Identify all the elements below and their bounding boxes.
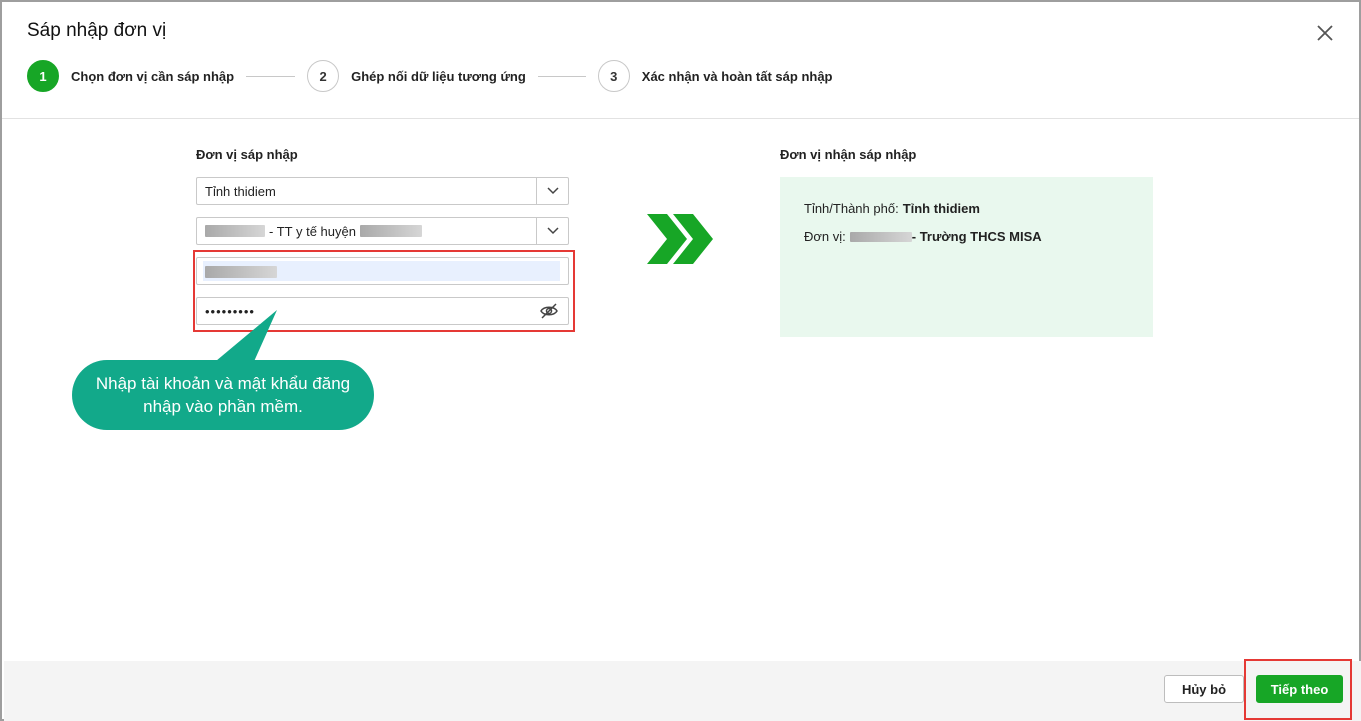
dialog-footer	[4, 661, 1361, 721]
next-highlight-box	[1244, 659, 1352, 720]
merge-unit-dialog: Sáp nhập đơn vị 1 Chọn đơn vị cần sáp nh…	[0, 0, 1361, 721]
callout-pointer	[210, 310, 277, 366]
unit-dropdown-button[interactable]	[536, 218, 568, 244]
dialog-title: Sáp nhập đơn vị	[27, 20, 167, 41]
cancel-button[interactable]: Hủy bỏ	[1164, 675, 1244, 703]
province-select[interactable]: Tỉnh thidiem	[196, 177, 569, 205]
step-1-label: Chọn đơn vị cần sáp nhập	[71, 68, 235, 84]
step-3-label: Xác nhận và hoàn tất sáp nhập	[641, 68, 833, 84]
redacted-unit-code	[849, 232, 912, 242]
close-icon[interactable]	[1314, 22, 1336, 44]
step-3-indicator: 3	[597, 60, 630, 92]
source-unit-label: Đơn vị sáp nhập	[196, 147, 298, 162]
target-unit-label: Đơn vị nhận sáp nhập	[780, 147, 917, 162]
chevron-down-icon	[546, 187, 559, 195]
target-province-value: Tỉnh thidiem	[902, 201, 980, 216]
stepper: 1 Chọn đơn vị cần sáp nhập 2 Ghép nối dữ…	[27, 60, 833, 92]
unit-select-text: - TT y tế huyện	[269, 223, 356, 239]
double-chevron-right-icon	[647, 214, 713, 264]
redacted-code	[205, 225, 265, 237]
target-unit-panel: Tỉnh/Thành phố: Tỉnh thidiem Đơn vị: - T…	[780, 177, 1153, 337]
target-unit-value: - Trường THCS MISA	[911, 229, 1042, 244]
step-1-indicator: 1	[27, 60, 59, 92]
chevron-down-icon	[546, 227, 559, 235]
redacted-district	[359, 225, 422, 237]
unit-select[interactable]: - TT y tế huyện	[196, 217, 569, 245]
step-2-indicator: 2	[307, 60, 340, 92]
province-select-value: Tỉnh thidiem	[205, 183, 276, 199]
instruction-callout: Nhập tài khoản và mật khẩu đăng nhập vào…	[72, 360, 374, 430]
step-connector	[246, 75, 296, 77]
target-unit-row: Đơn vị: - Trường THCS MISA	[804, 229, 1153, 257]
target-province-label: Tỉnh/Thành phố:	[804, 201, 899, 216]
step-connector	[537, 75, 586, 77]
province-dropdown-button[interactable]	[536, 178, 568, 204]
step-2-label: Ghép nối dữ liệu tương ứng	[351, 68, 526, 84]
target-province-row: Tỉnh/Thành phố: Tỉnh thidiem	[804, 201, 1153, 229]
unit-select-value: - TT y tế huyện	[197, 224, 536, 239]
header-divider	[2, 118, 1359, 119]
target-unit-label-text: Đơn vị:	[804, 229, 846, 244]
